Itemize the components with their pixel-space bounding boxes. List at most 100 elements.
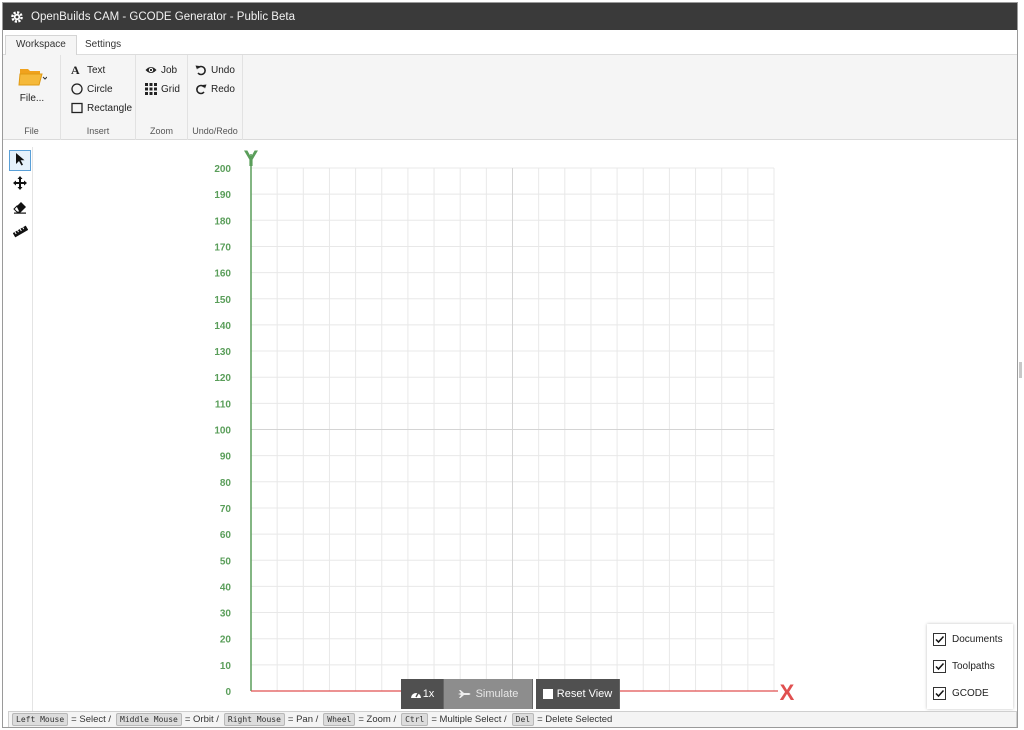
y-tick-label: 50 <box>220 556 232 567</box>
y-tick-label: 150 <box>214 295 231 306</box>
kbd-wheel: Wheel <box>323 713 356 726</box>
workspace-canvas[interactable]: 200 190 180 170 160 150 140 130 120 110 100 90 80 70 6… <box>34 140 1017 712</box>
speed-button[interactable]: 1x <box>401 679 444 709</box>
file-button-label: File... <box>19 93 45 104</box>
layer-documents-label: Documents <box>952 633 1003 645</box>
insert-group-label: Insert <box>86 126 110 136</box>
hint-pan: = Pan / <box>287 714 319 725</box>
zoom-group-label: Zoom <box>149 126 173 136</box>
undo-button[interactable]: Undo <box>195 64 235 76</box>
y-tick-label: 160 <box>214 269 231 280</box>
kbd-right-mouse: Right Mouse <box>223 713 285 726</box>
y-tick-label: 180 <box>214 216 231 227</box>
undo-icon <box>195 64 207 76</box>
rectangle-icon <box>71 102 83 114</box>
app-window: OpenBuilds CAM - GCODE Generator - Publi… <box>2 2 1018 728</box>
ruler-icon <box>12 224 28 242</box>
redo-button[interactable]: Redo <box>195 83 235 95</box>
text-icon: A <box>71 63 80 77</box>
y-tick-label: 110 <box>215 399 232 410</box>
insert-circle-button[interactable]: Circle <box>71 83 113 95</box>
y-tick-label: 120 <box>214 373 231 384</box>
layer-gcode-toggle[interactable]: GCODE <box>933 685 989 701</box>
y-tick-label: 190 <box>214 190 231 201</box>
ribbon: File... File A Text Circle Rectangle Ins… <box>3 55 1017 140</box>
hint-multiple-select: = Multiple Select / <box>431 714 507 725</box>
stop-square-icon <box>542 689 553 699</box>
kbd-del: Del <box>511 713 535 726</box>
redo-icon <box>195 83 207 95</box>
tool-strip <box>6 147 33 712</box>
ribbon-tabs: Workspace Settings <box>3 30 1017 56</box>
select-tool[interactable] <box>9 150 31 171</box>
title-bar: OpenBuilds CAM - GCODE Generator - Publi… <box>3 3 1017 30</box>
simulate-label: Simulate <box>475 688 519 700</box>
y-tick-label: 130 <box>214 347 231 358</box>
airplane-icon <box>457 689 472 699</box>
simulation-bar: 1x Simulate Reset View <box>401 679 620 709</box>
speed-label: 1x <box>422 688 435 700</box>
file-button[interactable]: File... <box>17 65 48 104</box>
y-tick-label: 170 <box>214 242 231 253</box>
eye-icon <box>145 64 157 76</box>
layer-documents-toggle[interactable]: Documents <box>933 631 1003 647</box>
reset-view-button[interactable]: Reset View <box>536 679 620 709</box>
eraser-tool[interactable] <box>9 198 31 219</box>
file-group: File... File <box>3 55 61 140</box>
zoom-job-button[interactable]: Job <box>145 64 177 76</box>
insert-group: A Text Circle Rectangle Insert <box>61 55 136 140</box>
gear-icon <box>10 10 24 24</box>
layer-toolpaths-toggle[interactable]: Toolpaths <box>933 658 995 674</box>
folder-open-icon <box>17 65 48 87</box>
undo-redo-group-label: Undo/Redo <box>192 126 238 136</box>
checkbox-checked-icon <box>933 686 946 700</box>
tab-settings[interactable]: Settings <box>75 36 131 55</box>
insert-text-button[interactable]: A Text <box>71 64 105 76</box>
move-tool[interactable] <box>9 174 31 195</box>
y-tick-label: 40 <box>220 582 232 593</box>
status-bar: Left Mouse = Select / Middle Mouse = Orb… <box>8 711 1017 727</box>
zoom-grid-label: Grid <box>161 83 180 95</box>
y-axis-letter: Y <box>244 146 259 171</box>
eraser-icon <box>13 201 27 217</box>
hint-delete-selected: = Delete Selected <box>537 714 613 725</box>
circle-icon <box>71 83 83 95</box>
layer-panel: Documents Toolpaths GCODE <box>927 624 1013 709</box>
insert-rectangle-button[interactable]: Rectangle <box>71 102 132 114</box>
window-title: OpenBuilds CAM - GCODE Generator - Publi… <box>31 10 295 23</box>
checkbox-checked-icon <box>933 659 946 673</box>
y-tick-label: 0 <box>225 687 231 698</box>
grid-plot: 2001901801701601501401301201101009080706… <box>214 146 795 712</box>
undo-redo-group: Undo Redo Undo/Redo <box>188 55 243 140</box>
zoom-grid-button[interactable]: Grid <box>145 83 180 95</box>
measure-tool[interactable] <box>9 222 31 243</box>
zoom-job-label: Job <box>161 64 178 76</box>
y-tick-label: 30 <box>220 609 232 620</box>
x-axis-letter: X <box>780 680 795 705</box>
redo-label: Redo <box>211 83 235 95</box>
y-tick-label: 60 <box>220 530 232 541</box>
reset-view-label: Reset View <box>556 688 613 700</box>
hint-orbit: = Orbit / <box>184 714 219 725</box>
hint-zoom: = Zoom / <box>358 714 397 725</box>
y-tick-label: 70 <box>220 504 232 515</box>
kbd-left-mouse: Left Mouse <box>12 713 69 726</box>
y-tick-label: 80 <box>220 478 232 489</box>
y-tick-label: 140 <box>214 321 231 332</box>
pointer-icon <box>14 152 26 169</box>
insert-rectangle-label: Rectangle <box>87 102 133 114</box>
move-arrows-icon <box>13 176 27 193</box>
layer-toolpaths-label: Toolpaths <box>952 660 995 672</box>
y-tick-label: 100 <box>214 426 231 437</box>
zoom-group: Job Grid Zoom <box>136 55 188 140</box>
scrollbar-handle[interactable] <box>1019 362 1022 378</box>
insert-circle-label: Circle <box>87 83 113 95</box>
y-tick-label: 20 <box>220 635 232 646</box>
grid-icon <box>145 83 157 95</box>
layer-gcode-label: GCODE <box>952 687 989 699</box>
undo-label: Undo <box>211 64 235 76</box>
simulate-button[interactable]: Simulate <box>444 679 533 709</box>
hint-select: = Select / <box>71 714 112 725</box>
tab-workspace[interactable]: Workspace <box>5 35 77 56</box>
checkbox-checked-icon <box>933 632 946 646</box>
